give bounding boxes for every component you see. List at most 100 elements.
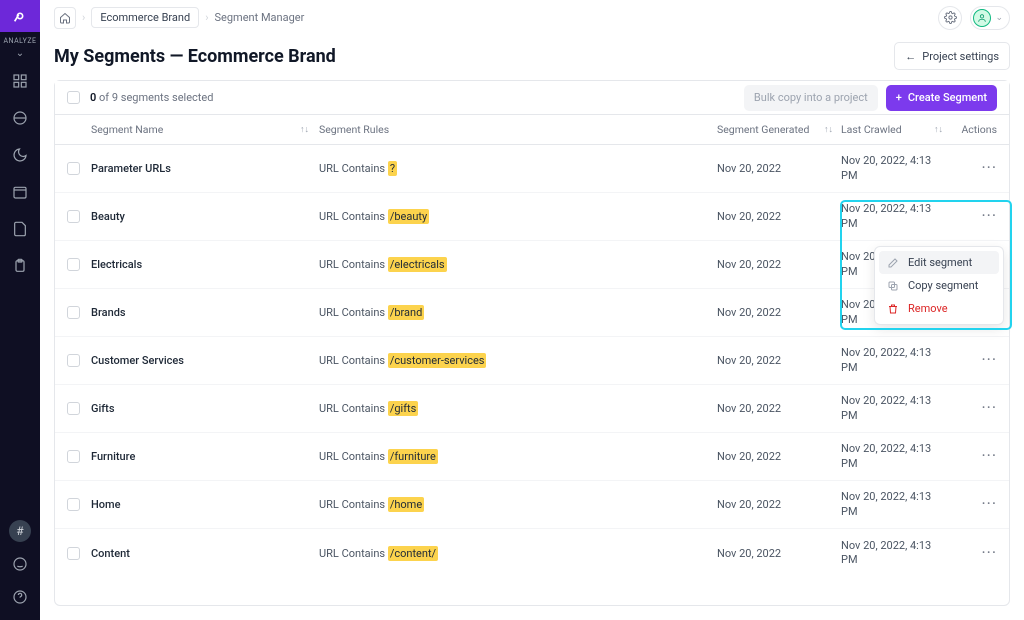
row-actions-button[interactable]: ··· [951,213,997,219]
bulk-copy-label: Bulk copy into a project [754,91,868,104]
row-checkbox[interactable] [67,498,80,511]
sidebar-item-file[interactable] [12,221,28,240]
sort-icon[interactable]: ↑↓ [824,124,833,135]
row-checkbox[interactable] [67,162,80,175]
selected-suffix: segments selected [118,91,213,104]
last-crawled-date: Nov 20, 2022, 4:13 PM [841,442,943,471]
segment-generated-date: Nov 20, 2022 [717,162,781,175]
last-crawled-date: Nov 20, 2022, 4:13 PM [841,394,943,423]
plus-icon: + [896,91,902,104]
segment-rule: URL Contains /electricals [319,258,447,271]
segment-name[interactable]: Customer Services [91,354,184,367]
segment-name[interactable]: Content [91,547,130,560]
menu-copy-segment[interactable]: Copy segment [879,274,999,297]
col-header-actions: Actions [961,123,997,136]
table-row: Home URL Contains /home Nov 20, 2022 Nov… [55,481,1009,529]
row-checkbox[interactable] [67,258,80,271]
segment-name[interactable]: Beauty [91,210,125,223]
table-row: Furniture URL Contains /furniture Nov 20… [55,433,1009,481]
select-all-checkbox[interactable] [67,91,80,104]
gear-icon [944,11,957,24]
menu-remove-segment[interactable]: Remove [879,297,999,320]
sidebar-item-smile[interactable] [12,556,28,575]
row-actions-button[interactable]: ··· [951,453,997,459]
segment-name[interactable]: Brands [91,306,126,319]
table-row: Brands URL Contains /brand Nov 20, 2022 … [55,289,1009,337]
last-crawled-date: Nov 20, 2022, 4:13 PM [841,202,943,231]
app-logo[interactable] [0,0,40,32]
segment-name[interactable]: Gifts [91,402,115,415]
chevron-right-icon: › [82,11,85,24]
segment-name[interactable]: Parameter URLs [91,162,171,175]
sort-icon[interactable]: ↑↓ [300,124,309,135]
last-crawled-date: Nov 20, 2022, 4:13 PM [841,490,943,519]
hash-icon: # [16,524,23,538]
topbar-right: ⌄ [938,6,1010,30]
last-crawled-date: Nov 20, 2022, 4:13 PM [841,154,943,183]
sidebar-item-help[interactable] [12,589,28,608]
segment-generated-date: Nov 20, 2022 [717,547,781,560]
row-actions-button[interactable]: ··· [951,405,997,411]
col-header-name[interactable]: Segment Name [91,123,163,136]
sidebar-item-clipboard[interactable] [12,258,28,277]
segment-name[interactable]: Electricals [91,258,142,271]
row-actions-button[interactable]: ··· [951,501,997,507]
segment-rule: URL Contains /gifts [319,402,418,415]
table-body: Parameter URLs URL Contains ? Nov 20, 20… [55,145,1009,577]
file-icon [12,221,28,237]
sidebar-item-globe[interactable] [12,110,28,129]
logo-icon [12,8,28,24]
globe-icon [12,110,28,126]
row-actions-button[interactable]: ··· [951,357,997,363]
last-crawled-date: Nov 20, 2022, 4:13 PM [841,539,943,568]
segment-rule: URL Contains ? [319,162,397,175]
row-checkbox[interactable] [67,354,80,367]
create-segment-button[interactable]: + Create Segment [886,85,997,111]
row-checkbox[interactable] [67,402,80,415]
segment-generated-date: Nov 20, 2022 [717,402,781,415]
arrow-left-icon: ← [905,50,916,63]
menu-remove-label: Remove [908,302,948,315]
moon-icon [12,147,28,163]
segment-rule: URL Contains /content/ [319,547,438,560]
page-header: My Segments — Ecommerce Brand ← Project … [40,36,1024,80]
chevron-right-icon: › [205,11,208,24]
selection-count: 0 of 9 segments selected [90,91,213,104]
project-settings-button[interactable]: ← Project settings [894,42,1010,70]
col-header-crawled[interactable]: Last Crawled [841,123,902,136]
sidebar-item-calendar[interactable] [12,184,28,203]
segment-name[interactable]: Furniture [91,450,135,463]
page-title: My Segments — Ecommerce Brand [54,46,336,67]
edit-icon [886,257,900,269]
help-icon [12,589,28,605]
sidebar-item-dashboard[interactable] [12,73,28,92]
menu-copy-label: Copy segment [908,279,978,292]
sidebar-item-hash[interactable]: # [9,520,31,542]
segments-table: 0 of 9 segments selected Bulk copy into … [54,80,1010,606]
row-checkbox[interactable] [67,210,80,223]
row-checkbox[interactable] [67,547,80,560]
breadcrumb-home[interactable] [54,7,76,29]
sort-icon[interactable]: ↑↓ [934,124,943,135]
row-checkbox[interactable] [67,306,80,319]
table-row: Parameter URLs URL Contains ? Nov 20, 20… [55,145,1009,193]
row-actions-button[interactable]: ··· [951,165,997,171]
menu-edit-segment[interactable]: Edit segment [879,251,999,274]
row-actions-button[interactable]: ··· [951,550,997,556]
segment-generated-date: Nov 20, 2022 [717,306,781,319]
smile-icon [12,556,28,572]
table-row: Content URL Contains /content/ Nov 20, 2… [55,529,1009,577]
grid-icon [12,73,28,89]
breadcrumb-project[interactable]: Ecommerce Brand [91,7,199,28]
sidebar-item-moon[interactable] [12,147,28,166]
segment-name[interactable]: Home [91,498,121,511]
settings-button[interactable] [938,6,962,30]
segment-generated-date: Nov 20, 2022 [717,498,781,511]
sidebar: ANALYZE ⌄ [0,0,40,620]
col-header-generated[interactable]: Segment Generated [717,123,809,136]
table-row: Gifts URL Contains /gifts Nov 20, 2022 N… [55,385,1009,433]
account-menu[interactable]: ⌄ [970,6,1010,30]
row-checkbox[interactable] [67,450,80,463]
chevron-down-icon[interactable]: ⌄ [16,48,24,59]
user-icon [977,13,987,23]
